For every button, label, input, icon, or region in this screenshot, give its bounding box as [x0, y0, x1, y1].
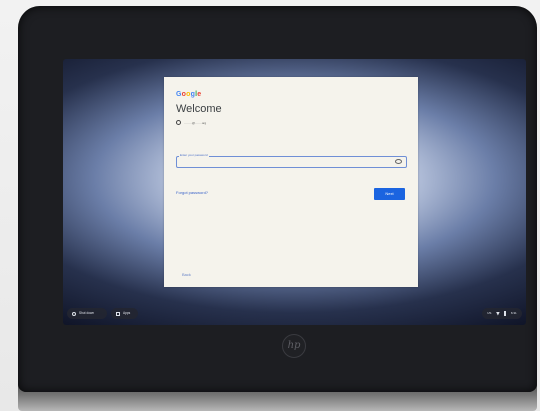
power-icon	[72, 311, 76, 316]
apps-label: Apps	[123, 311, 131, 315]
clock-label: 6:31	[510, 311, 517, 315]
next-button[interactable]: Next	[374, 188, 405, 200]
apps-grid-icon	[116, 311, 120, 316]
wifi-icon	[495, 311, 500, 316]
eye-icon[interactable]	[395, 159, 402, 164]
hp-logo-icon: hp	[282, 334, 306, 358]
password-field[interactable]: Enter your password	[176, 153, 407, 168]
login-dialog: Google Welcome ········@······.org Enter…	[164, 77, 418, 287]
account-circle-icon	[176, 120, 181, 125]
account-email: ········@······.org	[184, 120, 207, 125]
shutdown-label: Shut down	[79, 311, 95, 315]
shutdown-button[interactable]: Shut down	[67, 308, 107, 319]
welcome-title: Welcome	[176, 103, 222, 115]
status-tray[interactable]: US 6:31	[482, 308, 522, 319]
input-method-label: US	[487, 311, 492, 315]
password-label: Enter your password	[179, 153, 209, 157]
forgot-password-link[interactable]: Forgot password?	[176, 190, 208, 195]
google-logo: Google	[176, 91, 202, 98]
battery-icon	[504, 311, 507, 316]
back-link[interactable]: Back	[182, 272, 191, 277]
account-row: ········@······.org	[176, 120, 206, 125]
apps-button[interactable]: Apps	[111, 308, 138, 319]
laptop-screen: Google Welcome ········@······.org Enter…	[63, 59, 526, 325]
